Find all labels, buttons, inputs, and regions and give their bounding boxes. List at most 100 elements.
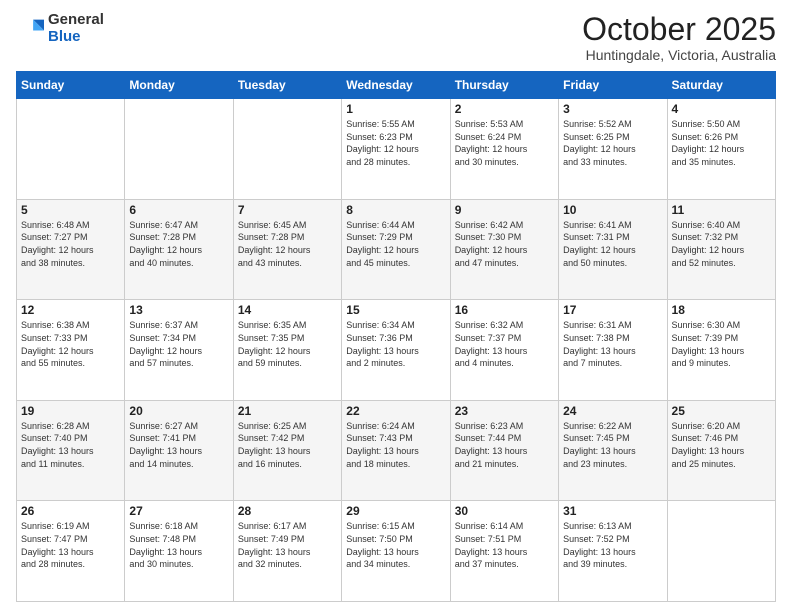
col-thursday: Thursday: [450, 72, 558, 99]
day-info: Sunrise: 6:22 AMSunset: 7:45 PMDaylight:…: [563, 420, 662, 470]
logo-blue: Blue: [48, 28, 81, 45]
logo: General Blue: [16, 12, 104, 45]
day-number: 11: [672, 203, 771, 217]
day-info: Sunrise: 5:50 AMSunset: 6:26 PMDaylight:…: [672, 118, 771, 168]
day-info: Sunrise: 6:24 AMSunset: 7:43 PMDaylight:…: [346, 420, 445, 470]
table-row: 1Sunrise: 5:55 AMSunset: 6:23 PMDaylight…: [342, 99, 450, 200]
day-info: Sunrise: 6:17 AMSunset: 7:49 PMDaylight:…: [238, 520, 337, 570]
day-number: 17: [563, 303, 662, 317]
table-row: 26Sunrise: 6:19 AMSunset: 7:47 PMDayligh…: [17, 501, 125, 602]
table-row: 13 Sunrise: 6:37 AMSunset: 7:34 PMDayligh…: [125, 300, 233, 401]
day-info: Sunrise: 6:20 AMSunset: 7:46 PMDaylight:…: [672, 420, 771, 470]
day-number: 7: [238, 203, 337, 217]
logo-general: General: [48, 11, 104, 28]
day-info: Sunrise: 6:42 AMSunset: 7:30 PMDaylight:…: [455, 219, 554, 269]
day-info: Sunrise: 6:35 AMSunset: 7:35 PMDaylight:…: [238, 319, 337, 369]
table-row: 19Sunrise: 6:28 AMSunset: 7:40 PMDayligh…: [17, 400, 125, 501]
table-row: 7 Sunrise: 6:45 AMSunset: 7:28 PMDaylight…: [233, 199, 341, 300]
table-row: 30 Sunrise: 6:14 AMSunset: 7:51 PMDayligh…: [450, 501, 558, 602]
table-row: 9 Sunrise: 6:42 AMSunset: 7:30 PMDaylight…: [450, 199, 558, 300]
table-row: [233, 99, 341, 200]
day-number: 27: [129, 504, 228, 518]
subtitle: Huntingdale, Victoria, Australia: [582, 47, 776, 63]
calendar-week-row: 5Sunrise: 6:48 AMSunset: 7:27 PMDaylight…: [17, 199, 776, 300]
day-info: Sunrise: 6:32 AMSunset: 7:37 PMDaylight:…: [455, 319, 554, 369]
day-number: 5: [21, 203, 120, 217]
table-row: 21 Sunrise: 6:25 AMSunset: 7:42 PMDayligh…: [233, 400, 341, 501]
col-friday: Friday: [559, 72, 667, 99]
table-row: 16 Sunrise: 6:32 AMSunset: 7:37 PMDayligh…: [450, 300, 558, 401]
header: General Blue October 2025 Huntingdale, V…: [16, 12, 776, 63]
day-number: 3: [563, 102, 662, 116]
table-row: [125, 99, 233, 200]
page: General Blue October 2025 Huntingdale, V…: [0, 0, 792, 612]
day-number: 28: [238, 504, 337, 518]
table-row: 29 Sunrise: 6:15 AMSunset: 7:50 PMDayligh…: [342, 501, 450, 602]
day-number: 14: [238, 303, 337, 317]
day-info: Sunrise: 6:41 AMSunset: 7:31 PMDaylight:…: [563, 219, 662, 269]
col-wednesday: Wednesday: [342, 72, 450, 99]
table-row: 22 Sunrise: 6:24 AMSunset: 7:43 PMDayligh…: [342, 400, 450, 501]
day-info: Sunrise: 6:13 AMSunset: 7:52 PMDaylight:…: [563, 520, 662, 570]
table-row: 25Sunrise: 6:20 AMSunset: 7:46 PMDayligh…: [667, 400, 775, 501]
col-saturday: Saturday: [667, 72, 775, 99]
day-number: 13: [129, 303, 228, 317]
day-info: Sunrise: 6:18 AMSunset: 7:48 PMDaylight:…: [129, 520, 228, 570]
col-sunday: Sunday: [17, 72, 125, 99]
day-info: Sunrise: 6:47 AMSunset: 7:28 PMDaylight:…: [129, 219, 228, 269]
table-row: 17 Sunrise: 6:31 AMSunset: 7:38 PMDayligh…: [559, 300, 667, 401]
table-row: 11 Sunrise: 6:40 AMSunset: 7:32 PMDayligh…: [667, 199, 775, 300]
day-number: 29: [346, 504, 445, 518]
day-info: Sunrise: 5:53 AMSunset: 6:24 PMDaylight:…: [455, 118, 554, 168]
table-row: 6Sunrise: 6:47 AMSunset: 7:28 PMDaylight…: [125, 199, 233, 300]
table-row: [17, 99, 125, 200]
day-number: 1: [346, 102, 445, 116]
day-number: 16: [455, 303, 554, 317]
day-info: Sunrise: 6:44 AMSunset: 7:29 PMDaylight:…: [346, 219, 445, 269]
calendar-table: Sunday Monday Tuesday Wednesday Thursday…: [16, 71, 776, 602]
table-row: 20Sunrise: 6:27 AMSunset: 7:41 PMDayligh…: [125, 400, 233, 501]
title-block: October 2025 Huntingdale, Victoria, Aust…: [582, 12, 776, 63]
day-info: Sunrise: 6:25 AMSunset: 7:42 PMDaylight:…: [238, 420, 337, 470]
table-row: 14 Sunrise: 6:35 AMSunset: 7:35 PMDayligh…: [233, 300, 341, 401]
day-info: Sunrise: 6:14 AMSunset: 7:51 PMDaylight:…: [455, 520, 554, 570]
calendar-week-row: 19Sunrise: 6:28 AMSunset: 7:40 PMDayligh…: [17, 400, 776, 501]
day-number: 10: [563, 203, 662, 217]
table-row: 24 Sunrise: 6:22 AMSunset: 7:45 PMDayligh…: [559, 400, 667, 501]
day-info: Sunrise: 5:52 AMSunset: 6:25 PMDaylight:…: [563, 118, 662, 168]
table-row: 15Sunrise: 6:34 AMSunset: 7:36 PMDayligh…: [342, 300, 450, 401]
day-info: Sunrise: 6:15 AMSunset: 7:50 PMDaylight:…: [346, 520, 445, 570]
table-row: 3 Sunrise: 5:52 AMSunset: 6:25 PMDaylight…: [559, 99, 667, 200]
table-row: 27 Sunrise: 6:18 AMSunset: 7:48 PMDayligh…: [125, 501, 233, 602]
logo-icon: [16, 15, 44, 43]
day-number: 23: [455, 404, 554, 418]
day-info: Sunrise: 6:31 AMSunset: 7:38 PMDaylight:…: [563, 319, 662, 369]
day-info: Sunrise: 6:45 AMSunset: 7:28 PMDaylight:…: [238, 219, 337, 269]
day-number: 24: [563, 404, 662, 418]
day-number: 8: [346, 203, 445, 217]
table-row: 4 Sunrise: 5:50 AMSunset: 6:26 PMDaylight…: [667, 99, 775, 200]
day-number: 22: [346, 404, 445, 418]
day-number: 12: [21, 303, 120, 317]
table-row: 28 Sunrise: 6:17 AMSunset: 7:49 PMDayligh…: [233, 501, 341, 602]
day-info: Sunrise: 6:34 AMSunset: 7:36 PMDaylight:…: [346, 319, 445, 369]
day-number: 30: [455, 504, 554, 518]
table-row: 31 Sunrise: 6:13 AMSunset: 7:52 PMDayligh…: [559, 501, 667, 602]
day-info: Sunrise: 6:27 AMSunset: 7:41 PMDaylight:…: [129, 420, 228, 470]
logo-text: General Blue: [48, 12, 104, 45]
calendar-week-row: 26Sunrise: 6:19 AMSunset: 7:47 PMDayligh…: [17, 501, 776, 602]
day-number: 18: [672, 303, 771, 317]
table-row: [667, 501, 775, 602]
day-number: 31: [563, 504, 662, 518]
table-row: 23 Sunrise: 6:23 AMSunset: 7:44 PMDayligh…: [450, 400, 558, 501]
day-number: 21: [238, 404, 337, 418]
col-tuesday: Tuesday: [233, 72, 341, 99]
day-info: Sunrise: 6:40 AMSunset: 7:32 PMDaylight:…: [672, 219, 771, 269]
day-info: Sunrise: 6:37 AMSunset: 7:34 PMDaylight:…: [129, 319, 228, 369]
day-number: 9: [455, 203, 554, 217]
day-number: 4: [672, 102, 771, 116]
day-info: Sunrise: 6:23 AMSunset: 7:44 PMDaylight:…: [455, 420, 554, 470]
col-monday: Monday: [125, 72, 233, 99]
day-number: 2: [455, 102, 554, 116]
calendar-week-row: 1Sunrise: 5:55 AMSunset: 6:23 PMDaylight…: [17, 99, 776, 200]
